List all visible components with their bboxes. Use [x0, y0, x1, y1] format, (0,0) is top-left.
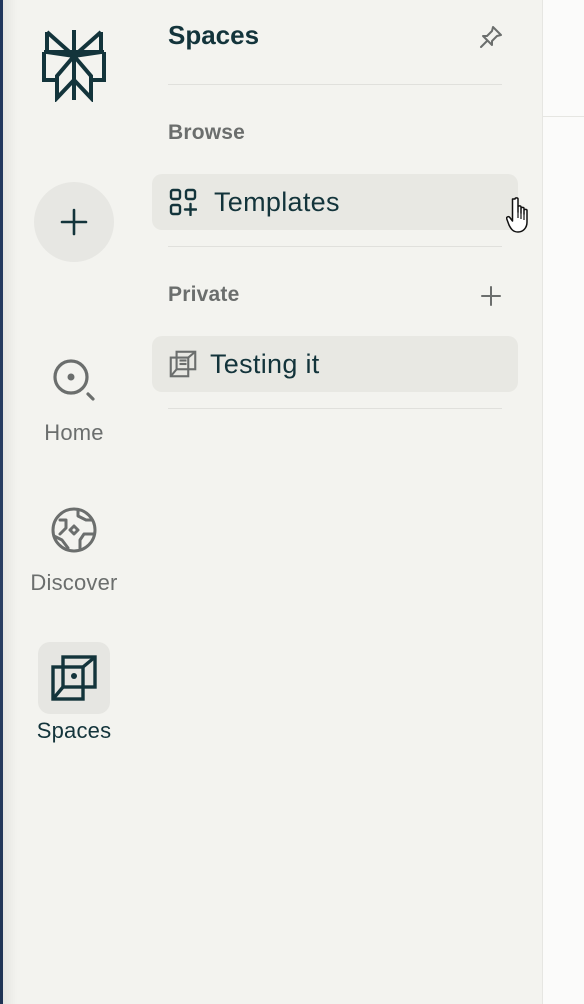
rail-item-label: Discover: [30, 570, 118, 595]
rail-item-spaces[interactable]: Spaces: [0, 642, 148, 744]
plus-icon: [481, 286, 501, 306]
spaces-icon: [168, 349, 198, 379]
header-divider: [543, 116, 584, 117]
divider: [168, 84, 502, 85]
browse-item-label: Templates: [214, 186, 340, 217]
globe-icon: [38, 494, 110, 566]
pin-icon[interactable]: [478, 24, 504, 50]
search-icon: [38, 344, 110, 416]
section-label-browse: Browse: [168, 121, 246, 144]
private-item-label: Testing it: [210, 348, 320, 379]
main-content: [542, 0, 584, 1004]
perplexity-logo-icon[interactable]: [41, 28, 107, 104]
section-label-private: Private: [168, 283, 240, 306]
divider: [168, 246, 502, 247]
panel-title: Spaces: [168, 20, 260, 50]
private-item-testing-it[interactable]: Testing it: [152, 336, 518, 392]
browse-item-templates[interactable]: Templates: [152, 174, 518, 230]
rail-item-discover[interactable]: Discover: [0, 494, 148, 596]
rail-item-home[interactable]: Home: [0, 344, 148, 446]
left-rail: Home Discover Spaces: [0, 0, 148, 1004]
rail-item-label: Spaces: [36, 718, 112, 743]
app-window: Home Discover Spaces Spaces Browse Templ…: [0, 0, 584, 1004]
divider: [168, 408, 502, 409]
spaces-panel: Spaces Browse Templates Private Testing …: [148, 0, 542, 1004]
plus-icon: [60, 208, 88, 236]
spaces-icon: [38, 642, 110, 714]
add-space-button[interactable]: [478, 283, 504, 309]
templates-icon: [168, 187, 198, 217]
rail-item-label: Home: [44, 420, 104, 445]
new-thread-button[interactable]: [34, 182, 114, 262]
